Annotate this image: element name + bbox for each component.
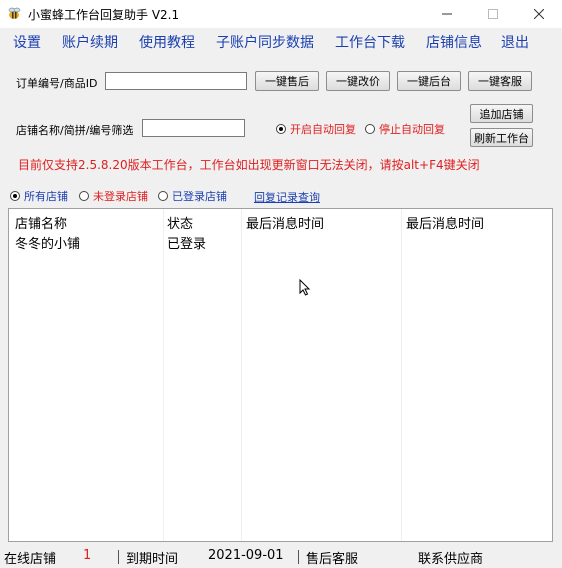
minimize-button[interactable] xyxy=(424,0,470,28)
auto-reply-off-label: 停止自动回复 xyxy=(379,123,445,136)
online-shops-label: 在线店铺 xyxy=(4,552,57,567)
reply-log-link[interactable]: 回复记录查询 xyxy=(254,189,320,205)
status-separator xyxy=(298,550,299,564)
radio-checked-icon xyxy=(276,124,286,134)
mouse-cursor-icon xyxy=(299,279,311,296)
menu-account-renewal[interactable]: 账户续期 xyxy=(62,32,118,52)
version-notice: 目前仅支持2.5.8.20版本工作台，工作台如出现更新窗口无法关闭，请按alt+… xyxy=(18,158,480,172)
cell-status: 已登录 xyxy=(167,237,207,252)
bee-app-icon xyxy=(8,7,21,19)
filter-not-logged-label: 未登录店铺 xyxy=(93,190,148,203)
menu-settings[interactable]: 设置 xyxy=(13,32,41,52)
menu-shop-info[interactable]: 店铺信息 xyxy=(426,32,482,52)
auto-reply-off-radio[interactable]: 停止自动回复 xyxy=(365,121,445,137)
cell-shop-name: 冬冬的小铺 xyxy=(15,237,81,252)
menu-tutorial[interactable]: 使用教程 xyxy=(139,32,195,52)
contact-supplier-label[interactable]: 联系供应商 xyxy=(418,548,483,567)
shop-filter-input[interactable] xyxy=(142,119,245,137)
after-sale-button[interactable]: 一键售后 xyxy=(255,71,319,91)
filter-not-logged-radio[interactable]: 未登录店铺 xyxy=(79,188,148,204)
maximize-icon xyxy=(488,9,498,19)
column-header-status[interactable]: 状态 xyxy=(167,213,193,232)
column-divider xyxy=(241,209,242,541)
radio-unchecked-icon xyxy=(158,191,168,201)
shop-filter-label: 店铺名称/简拼/编号筛选 xyxy=(16,124,134,137)
filter-all-radio[interactable]: 所有店铺 xyxy=(10,188,68,204)
column-header-last-message-time-2[interactable]: 最后消息时间 xyxy=(406,213,484,232)
refresh-workbench-button[interactable]: 刷新工作台 xyxy=(470,128,533,147)
after-sales-service-label[interactable]: 售后客服 xyxy=(306,548,358,567)
menu-workbench-download[interactable]: 工作台下载 xyxy=(335,32,405,52)
title-bar: 小蜜蜂工作台回复助手 V2.1 xyxy=(0,0,562,28)
maximize-button[interactable] xyxy=(470,0,516,28)
order-id-input[interactable] xyxy=(105,72,247,90)
change-price-button[interactable]: 一键改价 xyxy=(326,71,390,91)
online-shops-count: 1 xyxy=(83,548,92,563)
column-header-last-message-time[interactable]: 最后消息时间 xyxy=(246,213,324,232)
shop-list-table[interactable]: 店铺名称 状态 最后消息时间 最后消息时间 冬冬的小铺 已登录 xyxy=(8,208,553,542)
status-separator xyxy=(118,550,119,564)
auto-reply-on-radio[interactable]: 开启自动回复 xyxy=(276,121,356,137)
menu-exit[interactable]: 退出 xyxy=(501,32,529,52)
column-divider xyxy=(401,209,402,541)
expire-time-label: 到期时间 xyxy=(126,552,179,567)
close-button[interactable] xyxy=(516,0,562,28)
column-divider xyxy=(163,209,164,541)
backend-button[interactable]: 一键后台 xyxy=(397,71,461,91)
filter-all-label: 所有店铺 xyxy=(24,190,68,203)
window-title: 小蜜蜂工作台回复助手 V2.1 xyxy=(28,8,180,22)
auto-reply-on-label: 开启自动回复 xyxy=(290,123,356,136)
status-bar: 在线店铺 1 到期时间 2021-09-01 售后客服 联系供应商 xyxy=(0,544,562,568)
close-icon xyxy=(534,9,544,19)
order-id-label: 订单编号/商品ID xyxy=(16,77,98,90)
radio-unchecked-icon xyxy=(79,191,89,201)
customer-service-button[interactable]: 一键客服 xyxy=(468,71,532,91)
radio-unchecked-icon xyxy=(365,124,375,134)
minimize-icon xyxy=(442,13,452,15)
column-header-shop-name[interactable]: 店铺名称 xyxy=(15,213,67,232)
menu-subaccount-sync[interactable]: 子账户同步数据 xyxy=(216,32,314,52)
filter-logged-radio[interactable]: 已登录店铺 xyxy=(158,188,227,204)
radio-checked-icon xyxy=(10,191,20,201)
expire-date-value: 2021-09-01 xyxy=(208,548,284,563)
filter-logged-label: 已登录店铺 xyxy=(172,190,227,203)
add-shop-button[interactable]: 追加店铺 xyxy=(470,104,533,123)
